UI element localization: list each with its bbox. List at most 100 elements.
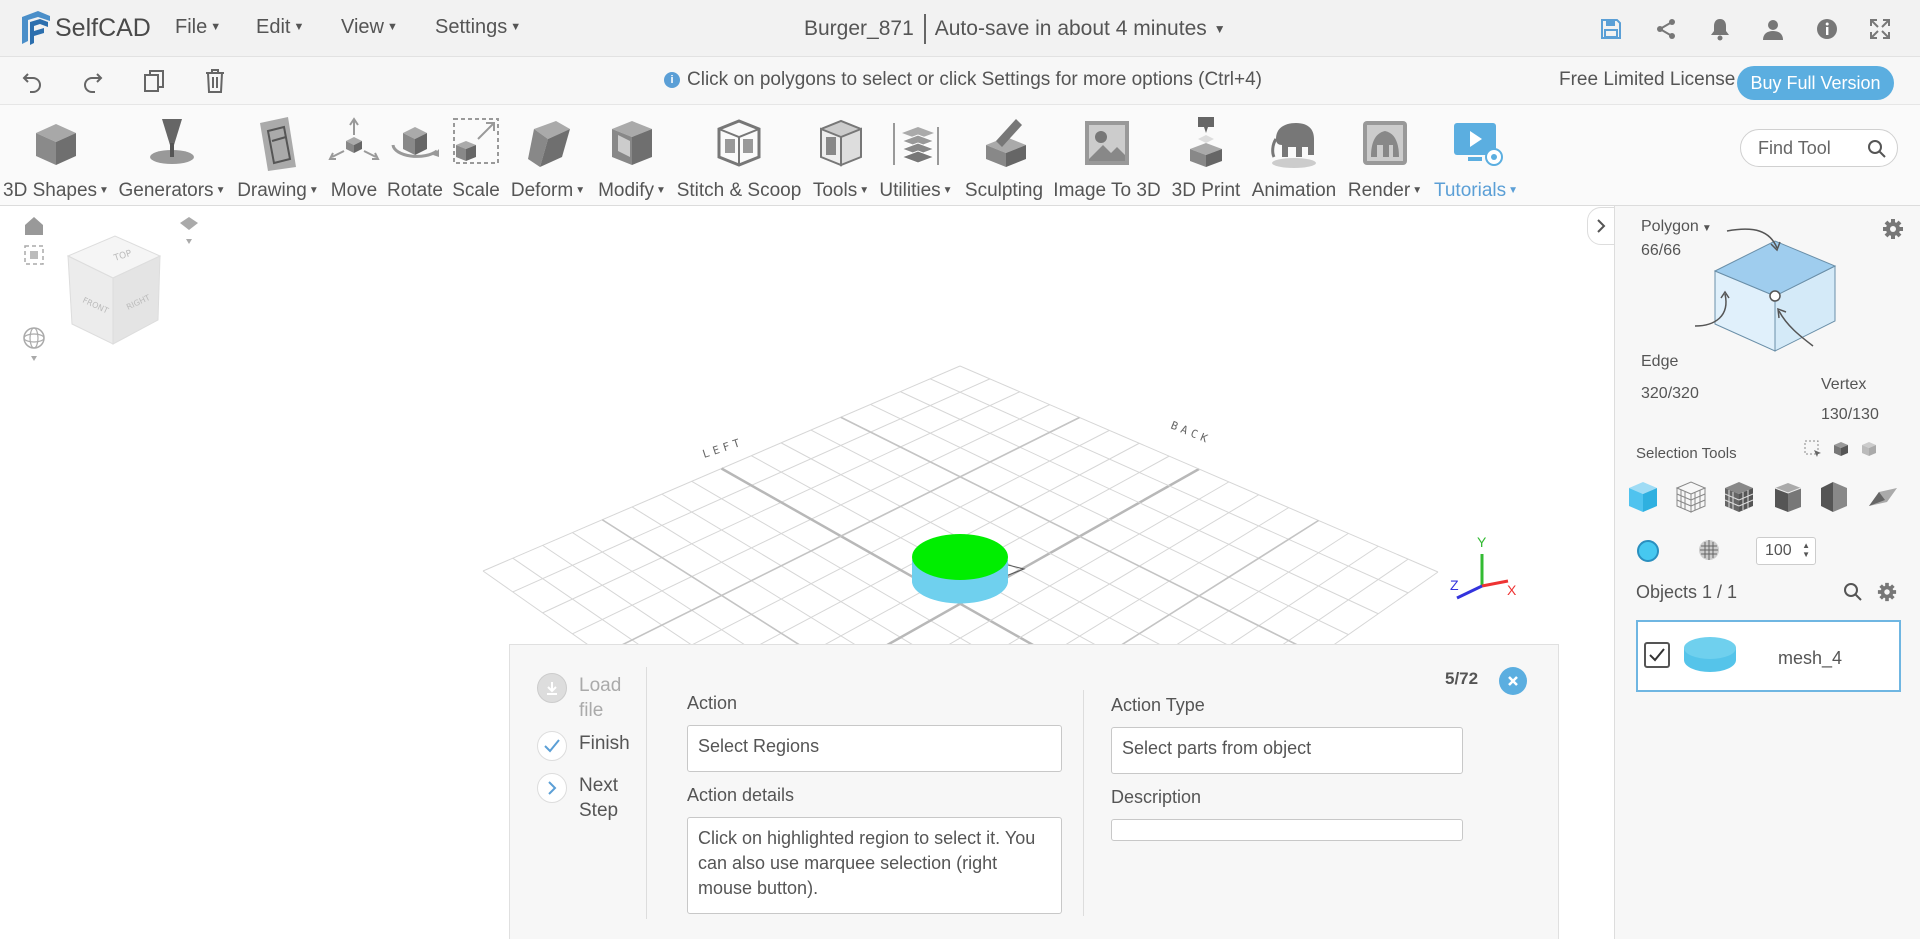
chevron-down-icon: ▼: [99, 185, 109, 196]
object-visibility-checkbox[interactable]: [1644, 642, 1670, 668]
save-icon[interactable]: [1597, 15, 1625, 43]
tool-sculpting[interactable]: Sculpting: [965, 115, 1043, 202]
texture-select-icon[interactable]: [1697, 538, 1721, 567]
marquee-select-icon[interactable]: [1803, 439, 1823, 464]
tool-modify[interactable]: Modify ▼: [598, 115, 666, 202]
rotate-icon: [387, 115, 443, 171]
tool-3d-print[interactable]: 3D Print: [1172, 115, 1240, 202]
tool-3d-shapes[interactable]: 3D Shapes ▼: [3, 115, 109, 202]
buy-full-version-button[interactable]: Buy Full Version: [1737, 66, 1894, 100]
select-mesh-icon[interactable]: [1724, 482, 1754, 512]
description-label: Description: [1111, 787, 1202, 807]
find-tool-input[interactable]: Find Tool: [1740, 129, 1898, 167]
menu-settings-label: Settings: [435, 16, 508, 38]
tool-stitch-scoop[interactable]: Stitch & Scoop: [677, 115, 801, 202]
search-icon[interactable]: [1843, 582, 1863, 607]
object-name: mesh_4: [1778, 648, 1843, 668]
chevron-down-icon: ▼: [215, 185, 226, 196]
document-name[interactable]: Burger_871: [804, 17, 914, 41]
tool-move[interactable]: Move: [326, 115, 382, 202]
tool-tools[interactable]: Tools ▼: [813, 115, 869, 202]
menu-settings[interactable]: Settings ▼: [435, 16, 521, 39]
step-load-file-label: Load file: [579, 675, 622, 721]
user-icon[interactable]: [1759, 15, 1787, 43]
object-list-item[interactable]: mesh_4: [1636, 620, 1901, 692]
perspective-icon[interactable]: [180, 217, 198, 244]
brush-size-input[interactable]: 100 ▲ ▼: [1756, 537, 1816, 565]
menu-view[interactable]: View ▼: [341, 16, 398, 39]
chevron-down-icon: ▼: [942, 185, 953, 196]
tool-label: 3D Shapes ▼: [3, 180, 109, 201]
fit-view-icon[interactable]: [24, 245, 44, 265]
selection-panel: Polygon ▼ 66/66 Edge 320/320 Vertex 130/1…: [1614, 206, 1920, 939]
axis-gizmo: Y Z X: [1450, 534, 1517, 600]
select-object-icon[interactable]: [1831, 439, 1851, 464]
utilities-icon: [888, 115, 944, 171]
modify-icon: [604, 115, 660, 171]
gear-icon[interactable]: [1877, 582, 1897, 607]
chevron-right-icon: [537, 773, 567, 803]
tool-generators[interactable]: Generators ▼: [118, 115, 226, 202]
tool-animation[interactable]: Animation: [1252, 115, 1336, 202]
chevron-down-icon[interactable]: ▼: [1214, 22, 1226, 36]
3d-shapes-icon: [28, 115, 84, 171]
tutorials-icon: [1448, 115, 1504, 171]
select-face-icon[interactable]: [1629, 482, 1657, 512]
tool-image-to-3d[interactable]: Image To 3D: [1053, 115, 1161, 202]
tool-render[interactable]: Render ▼: [1348, 115, 1422, 202]
tool-rotate[interactable]: Rotate: [387, 115, 443, 202]
tool-label: Image To 3D: [1053, 180, 1161, 201]
search-icon[interactable]: [1867, 139, 1887, 164]
deform-icon: [520, 115, 576, 171]
tool-label: Utilities ▼: [879, 180, 953, 201]
document-title: Burger_871 Auto-save in about 4 minutes …: [804, 14, 1226, 44]
tool-label: Generators ▼: [118, 180, 226, 201]
orbit-icon[interactable]: [23, 327, 45, 361]
move-icon: [326, 115, 382, 171]
mesh-object[interactable]: [912, 534, 1008, 604]
close-tutorial-button[interactable]: [1499, 667, 1527, 695]
step-next[interactable]: Next Step: [537, 773, 629, 823]
collapse-panel-button[interactable]: [1587, 207, 1615, 245]
color-select-icon[interactable]: [1637, 540, 1659, 562]
app-logo[interactable]: SelfCAD: [18, 8, 151, 48]
select-grid-icon[interactable]: [1675, 481, 1707, 513]
view-cube[interactable]: TOP FRONT RIGHT: [66, 235, 162, 345]
chevron-down-icon: ▼: [656, 185, 666, 196]
autosave-status[interactable]: Auto-save in about 4 minutes: [935, 17, 1207, 41]
menu-file[interactable]: File ▼: [175, 16, 221, 39]
scale-icon: [448, 115, 504, 171]
select-half-icon[interactable]: [1821, 482, 1847, 512]
menu-edit-label: Edit: [256, 16, 291, 38]
menu-edit[interactable]: Edit ▼: [256, 16, 304, 39]
chevron-down-icon: ▼: [210, 21, 222, 33]
svg-text:Z: Z: [1450, 577, 1459, 593]
action-details-field[interactable]: Click on highlighted region to select it…: [687, 817, 1062, 914]
select-solid-icon[interactable]: [1774, 483, 1802, 512]
select-plane-icon[interactable]: [1869, 488, 1897, 506]
chevron-down-icon: ▼: [575, 185, 586, 196]
tool-tutorials[interactable]: Tutorials ▼: [1434, 115, 1518, 202]
tool-deform[interactable]: Deform ▼: [511, 115, 585, 202]
action-field[interactable]: Select Regions: [687, 725, 1062, 772]
menu-bar: SelfCAD File ▼ Edit ▼ View ▼ Settings ▼ Burg…: [0, 0, 1920, 57]
selection-mode-illustration[interactable]: [1675, 216, 1915, 376]
description-field[interactable]: [1111, 819, 1463, 841]
undo-icon[interactable]: [19, 68, 45, 94]
home-view-icon[interactable]: [25, 217, 43, 235]
redo-icon[interactable]: [80, 68, 106, 94]
share-icon[interactable]: [1652, 15, 1680, 43]
tool-drawing[interactable]: Drawing ▼: [237, 115, 319, 202]
action-type-field[interactable]: Select parts from object: [1111, 727, 1463, 774]
tool-utilities[interactable]: Utilities ▼: [879, 115, 953, 202]
selection-tools-label: Selection Tools: [1636, 445, 1737, 462]
copy-icon[interactable]: [141, 68, 167, 94]
stepper-arrows-icon[interactable]: ▲ ▼: [1802, 541, 1810, 559]
fullscreen-icon[interactable]: [1866, 15, 1894, 43]
delete-icon[interactable]: [202, 68, 228, 94]
tool-scale[interactable]: Scale: [448, 115, 504, 202]
select-hidden-icon[interactable]: [1859, 439, 1879, 464]
step-finish[interactable]: Finish: [537, 731, 630, 761]
info-icon[interactable]: [1813, 15, 1841, 43]
bell-icon[interactable]: [1706, 15, 1734, 43]
